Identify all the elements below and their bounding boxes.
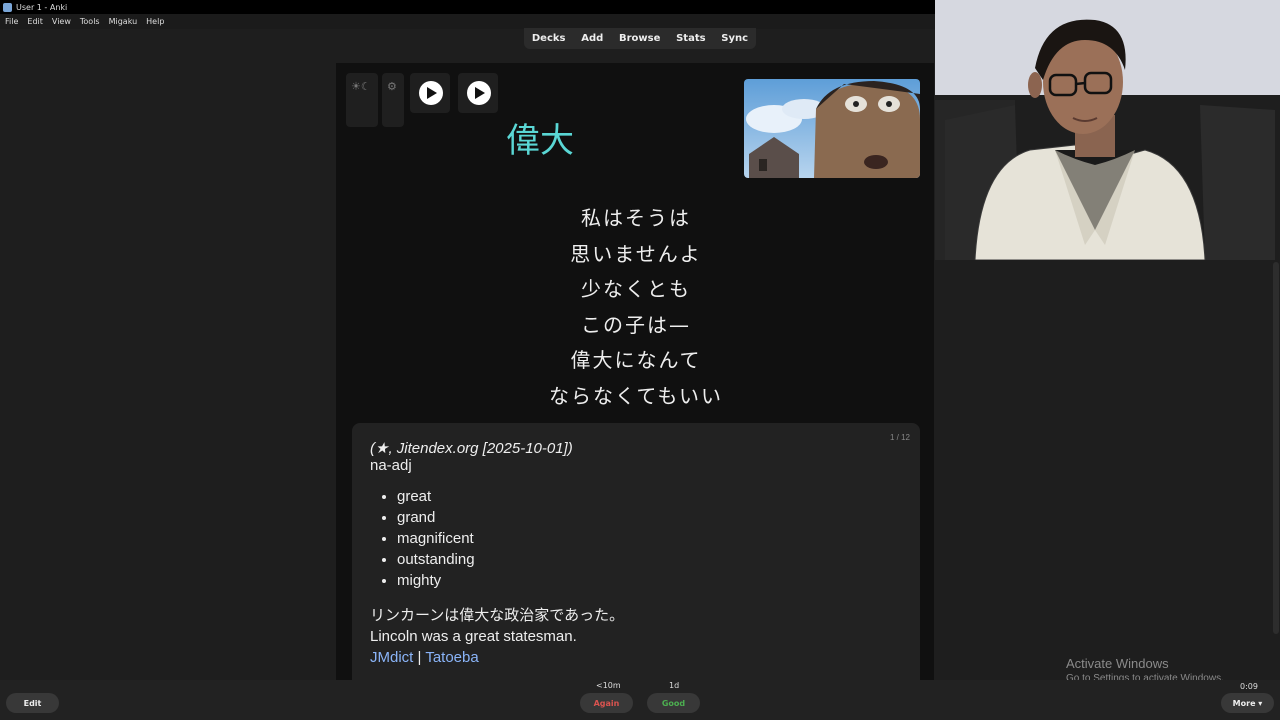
play-sentence-audio-button[interactable] bbox=[458, 73, 498, 113]
menu-bar: File Edit View Tools Migaku Help bbox=[0, 14, 935, 29]
gloss-item: outstanding bbox=[397, 549, 902, 570]
toolbar-decks[interactable]: Decks bbox=[532, 33, 566, 44]
gloss-item: mighty bbox=[397, 570, 902, 591]
good-interval: 1d bbox=[669, 681, 680, 690]
gloss-list: great grand magnificent outstanding migh… bbox=[397, 486, 902, 591]
definition-counter: 1 / 12 bbox=[889, 433, 910, 442]
sentence-line: この子は— bbox=[581, 312, 691, 337]
toolbar-add[interactable]: Add bbox=[581, 33, 603, 44]
right-empty-panel bbox=[935, 260, 1280, 680]
screenshot-thumbnail bbox=[744, 79, 920, 178]
bottom-bar: Edit <10m Again 1d Good 0:09 More ▾ bbox=[0, 680, 1280, 720]
scrollbar[interactable] bbox=[1273, 262, 1279, 634]
sentence-line: 思いませんよ bbox=[570, 241, 702, 266]
menu-edit[interactable]: Edit bbox=[27, 17, 43, 26]
webcam-overlay bbox=[935, 0, 1280, 260]
definition-panel: 1 / 12 (★, Jitendex.org [2025-10-01]) na… bbox=[352, 423, 920, 693]
main-toolbar: Decks Add Browse Stats Sync bbox=[524, 28, 756, 49]
anki-app-icon bbox=[3, 2, 12, 12]
sentence-line: 私はそうは bbox=[581, 206, 691, 230]
example-japanese: リンカーンは偉大な政治家であった。 bbox=[370, 607, 625, 624]
example-english: Lincoln was a great statesman. bbox=[370, 628, 577, 645]
more-button[interactable]: More ▾ bbox=[1221, 693, 1274, 713]
sentence-line: 少なくとも bbox=[581, 277, 691, 301]
gloss-item: magnificent bbox=[397, 528, 902, 549]
menu-file[interactable]: File bbox=[5, 17, 18, 26]
gloss-item: great bbox=[397, 486, 902, 507]
toolbar-sync[interactable]: Sync bbox=[721, 33, 748, 44]
settings-button[interactable]: ⚙ bbox=[382, 73, 404, 127]
review-timer: 0:09 bbox=[1240, 682, 1258, 691]
theme-toggle-button[interactable]: ☀☾ bbox=[346, 73, 378, 127]
review-card: ☀☾ ⚙ 偉大 私はそうは 思いませんよ 少なくとも この子は— 偉大になんて … bbox=[336, 63, 934, 693]
sentence-line: ならなくてもいい bbox=[549, 383, 723, 408]
again-button[interactable]: Again bbox=[580, 693, 633, 713]
edit-button[interactable]: Edit bbox=[6, 693, 59, 713]
dictionary-links: JMdict | Tatoeba bbox=[370, 647, 902, 668]
menu-tools[interactable]: Tools bbox=[80, 17, 100, 26]
window-title: User 1 - Anki bbox=[16, 2, 68, 12]
play-word-audio-button[interactable] bbox=[410, 73, 450, 113]
toolbar-browse[interactable]: Browse bbox=[619, 33, 660, 44]
menu-migaku[interactable]: Migaku bbox=[109, 17, 138, 26]
sentence-line: 偉大になんて bbox=[570, 348, 702, 372]
sun-moon-icon: ☀☾ bbox=[351, 80, 371, 93]
toolbar-stats[interactable]: Stats bbox=[676, 33, 705, 44]
title-bar: User 1 - Anki bbox=[0, 0, 935, 14]
part-of-speech: na-adj bbox=[370, 457, 412, 474]
gloss-item: grand bbox=[397, 507, 902, 528]
target-word: 偉大 bbox=[506, 121, 574, 161]
menu-help[interactable]: Help bbox=[146, 17, 164, 26]
link-separator: | bbox=[417, 649, 422, 666]
again-interval: <10m bbox=[596, 681, 621, 690]
activate-title: Activate Windows bbox=[1066, 656, 1169, 671]
gear-icon: ⚙ bbox=[387, 80, 397, 93]
menu-view[interactable]: View bbox=[52, 17, 71, 26]
dictionary-source: (★, Jitendex.org [2025-10-01]) bbox=[370, 440, 573, 457]
good-button[interactable]: Good bbox=[647, 693, 700, 713]
jmdict-link[interactable]: JMdict bbox=[370, 649, 413, 666]
tatoeba-link[interactable]: Tatoeba bbox=[425, 649, 478, 666]
sentence-text: 私はそうは 思いませんよ 少なくとも この子は— 偉大になんて ならなくてもいい bbox=[466, 201, 806, 414]
